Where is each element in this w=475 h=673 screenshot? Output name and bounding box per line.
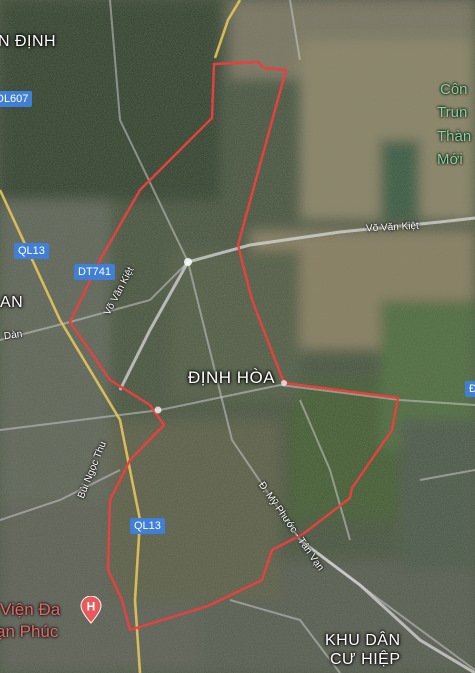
poi-label-hospital-line2[interactable]: ạn Phúc (0, 622, 58, 642)
route-shield-dt741: DT741 (74, 264, 116, 280)
junction-marker (154, 406, 162, 414)
place-label-khu-dan-cu-line2: CƯ HIỆP (330, 651, 401, 668)
place-label-dinh-hoa: ĐỊNH HÒA (188, 368, 276, 387)
place-label-tan-dinh: N ĐỊNH (0, 33, 57, 50)
route-shield-dl607: ĐL607 (0, 91, 33, 107)
place-label-khu-dan-cu-line1: KHU DÂN (325, 632, 401, 649)
park-label-line2: Trun (437, 104, 468, 121)
map-view[interactable]: N ĐỊNH AN ĐỊNH HÒA KHU DÂN CƯ HIỆP Võ Vă… (0, 0, 475, 673)
poi-label-hospital-line1[interactable]: Viện Đa (0, 600, 60, 620)
route-shield-d-east: Đ (465, 381, 475, 397)
park-label-line1: Côn (440, 81, 468, 98)
junction-marker (281, 380, 287, 386)
satellite-imagery (0, 0, 475, 673)
park-label-line3: Thàn (437, 128, 472, 145)
hospital-icon[interactable]: H (80, 596, 102, 624)
svg-text:H: H (87, 600, 96, 614)
junction-marker (184, 258, 192, 266)
park-label-line4: Mới (437, 151, 463, 168)
route-shield-ql13-south: QL13 (130, 518, 165, 534)
place-label-an: AN (0, 294, 24, 311)
route-shield-ql13-north: QL13 (14, 243, 49, 259)
